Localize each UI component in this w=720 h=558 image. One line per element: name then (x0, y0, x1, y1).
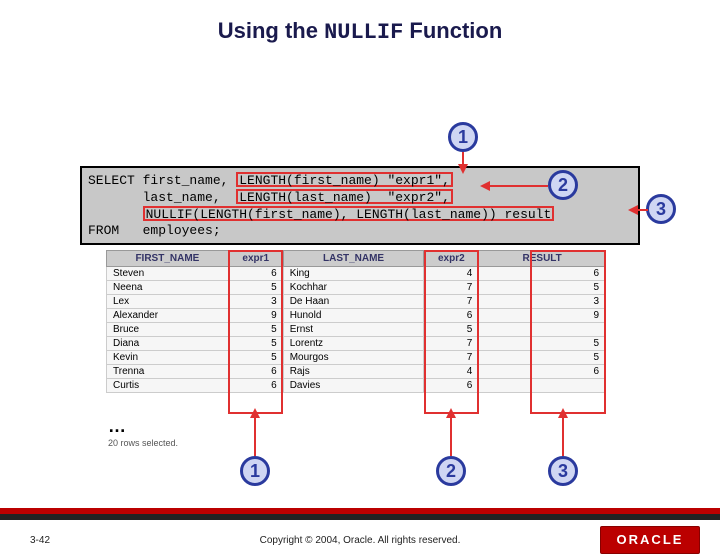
arrow-bot-2-line (450, 416, 452, 456)
table-cell: Steven (107, 267, 229, 281)
table-cell: De Haan (283, 295, 424, 309)
sql-l3-pre (88, 207, 143, 222)
table-cell: 7 (424, 281, 479, 295)
table-cell: 5 (228, 323, 283, 337)
table-row: Lex3De Haan73 (107, 295, 606, 309)
callout-top-1: 1 (448, 122, 478, 152)
arrow-bot-1-head (250, 408, 260, 418)
table-cell: 6 (424, 379, 479, 393)
arrow-top-1-head (458, 164, 468, 174)
callout-bottom-3: 3 (548, 456, 578, 486)
sql-l2-pre: last_name, (88, 190, 236, 205)
table-cell (479, 323, 606, 337)
arrow-bot-3-head (558, 408, 568, 418)
title-text-pre: Using the (218, 18, 324, 43)
callout-bottom-2: 2 (436, 456, 466, 486)
col-header: FIRST_NAME (107, 251, 229, 267)
table-row: Trenna6Rajs46 (107, 365, 606, 379)
table-cell: Curtis (107, 379, 229, 393)
table-cell: 6 (479, 365, 606, 379)
table-cell: Kochhar (283, 281, 424, 295)
table-cell: 5 (479, 281, 606, 295)
table-row: Kevin5Mourgos75 (107, 351, 606, 365)
title-code: NULLIF (324, 20, 403, 45)
title-text-post: Function (403, 18, 502, 43)
table-cell: 4 (424, 267, 479, 281)
arrow-bot-1-line (254, 416, 256, 456)
sql-highlight-3: NULLIF(LENGTH(first_name), LENGTH(last_n… (143, 206, 555, 221)
arrow-top-3-head (628, 205, 638, 215)
result-table: FIRST_NAMEexpr1LAST_NAMEexpr2RESULT Stev… (106, 250, 606, 393)
table-cell: Lorentz (283, 337, 424, 351)
table-cell: Lex (107, 295, 229, 309)
rows-selected-text: 20 rows selected. (108, 438, 178, 448)
table-cell: 6 (228, 267, 283, 281)
ellipsis: … (108, 416, 126, 437)
table-cell: King (283, 267, 424, 281)
table-row: Steven6King46 (107, 267, 606, 281)
table-cell: 5 (479, 351, 606, 365)
table-cell: 5 (479, 337, 606, 351)
arrow-top-2-line (488, 185, 548, 187)
arrow-bot-3-line (562, 416, 564, 456)
sql-line-4: FROM employees; (88, 223, 632, 239)
col-header: expr1 (228, 251, 283, 267)
sql-highlight-2: LENGTH(last_name) "expr2", (236, 189, 453, 204)
callout-top-3: 3 (646, 194, 676, 224)
sql-l1-pre: SELECT first_name, (88, 173, 236, 188)
table-cell: 9 (479, 309, 606, 323)
table-cell: 6 (479, 267, 606, 281)
table-cell: 6 (228, 365, 283, 379)
table-cell: 7 (424, 295, 479, 309)
table-cell: 7 (424, 337, 479, 351)
table-cell: 9 (228, 309, 283, 323)
table-cell: 6 (228, 379, 283, 393)
table-cell: Mourgos (283, 351, 424, 365)
table-cell: Trenna (107, 365, 229, 379)
table-cell: 5 (424, 323, 479, 337)
table-cell: 4 (424, 365, 479, 379)
callout-top-2: 2 (548, 170, 578, 200)
table-cell: Davies (283, 379, 424, 393)
table-row: Bruce5Ernst5 (107, 323, 606, 337)
table-row: Diana5Lorentz75 (107, 337, 606, 351)
table-cell: Bruce (107, 323, 229, 337)
col-header: LAST_NAME (283, 251, 424, 267)
table-cell: 6 (424, 309, 479, 323)
table-cell: Ernst (283, 323, 424, 337)
table-cell: Neena (107, 281, 229, 295)
table-cell (479, 379, 606, 393)
arrow-top-2-head (480, 181, 490, 191)
table-cell: Rajs (283, 365, 424, 379)
table-cell: 5 (228, 281, 283, 295)
arrow-bot-2-head (446, 408, 456, 418)
table-cell: 7 (424, 351, 479, 365)
col-header: expr2 (424, 251, 479, 267)
oracle-logo: ORACLE (600, 526, 700, 554)
table-cell: Kevin (107, 351, 229, 365)
table-cell: Hunold (283, 309, 424, 323)
table-cell: 5 (228, 337, 283, 351)
slide-title: Using the NULLIF Function (0, 18, 720, 45)
table-cell: Diana (107, 337, 229, 351)
table-cell: 3 (479, 295, 606, 309)
table-cell: 5 (228, 351, 283, 365)
footer: 3-42 Copyright © 2004, Oracle. All right… (0, 520, 720, 558)
table-cell: Alexander (107, 309, 229, 323)
table-cell: 3 (228, 295, 283, 309)
callout-bottom-1: 1 (240, 456, 270, 486)
table-row: Curtis6Davies6 (107, 379, 606, 393)
col-header: RESULT (479, 251, 606, 267)
table-row: Neena5Kochhar75 (107, 281, 606, 295)
table-row: Alexander9Hunold69 (107, 309, 606, 323)
sql-line-3: NULLIF(LENGTH(first_name), LENGTH(last_n… (88, 206, 632, 223)
sql-highlight-1: LENGTH(first_name) "expr1", (236, 172, 453, 187)
